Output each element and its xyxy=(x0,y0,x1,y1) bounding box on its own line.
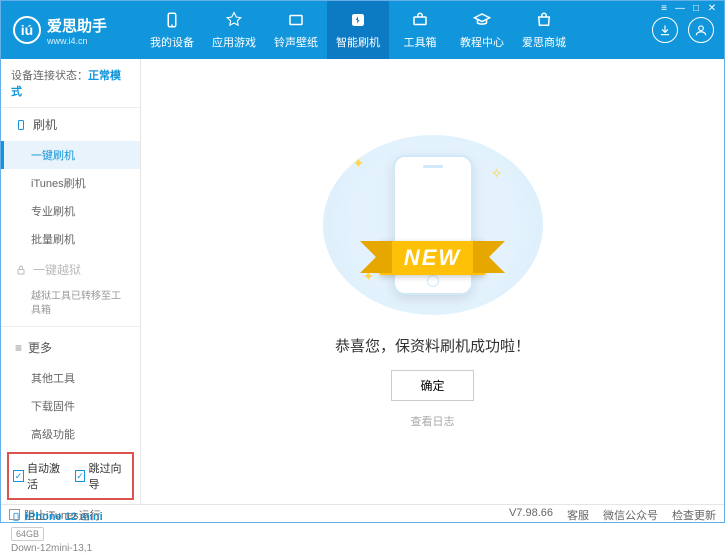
more-icon: ≡ xyxy=(15,341,22,355)
storage-badge: 64GB xyxy=(11,527,44,541)
device-version: Down-12mini-13,1 xyxy=(11,543,130,554)
app-title: 爱思助手 xyxy=(47,15,107,36)
sidebar-item-advanced[interactable]: 高级功能 xyxy=(1,420,140,448)
checkbox-skip-guide[interactable]: ✓跳过向导 xyxy=(75,460,129,492)
sidebar-item-itunes-flash[interactable]: iTunes刷机 xyxy=(1,169,140,197)
apps-icon xyxy=(224,10,244,30)
nav-store[interactable]: 爱思商城 xyxy=(513,1,575,59)
sidebar: 设备连接状态：正常模式 刷机 一键刷机 iTunes刷机 专业刷机 批量刷机 一… xyxy=(1,59,141,504)
nav-tutorials[interactable]: 教程中心 xyxy=(451,1,513,59)
logo[interactable]: iú 爱思助手 www.i4.cn xyxy=(1,15,141,46)
nav-apps[interactable]: 应用游戏 xyxy=(203,1,265,59)
checkbox-block-itunes[interactable] xyxy=(9,509,20,520)
view-log-link[interactable]: 查看日志 xyxy=(411,413,455,429)
minimize-icon[interactable]: — xyxy=(673,3,687,15)
section-jailbreak: 一键越狱 xyxy=(1,253,140,286)
section-more[interactable]: ≡ 更多 xyxy=(1,331,140,364)
nav-flash[interactable]: 智能刷机 xyxy=(327,1,389,59)
jailbreak-note: 越狱工具已转移至工具箱 xyxy=(1,286,140,322)
nav-my-device[interactable]: 我的设备 xyxy=(141,1,203,59)
sidebar-item-onekey-flash[interactable]: 一键刷机 xyxy=(1,141,140,169)
nav-toolbox[interactable]: 工具箱 xyxy=(389,1,451,59)
connection-status: 设备连接状态：正常模式 xyxy=(1,59,140,108)
toolbox-icon xyxy=(410,10,430,30)
app-header: iú 爱思助手 www.i4.cn 我的设备 应用游戏 铃声壁纸 智能刷机 工具… xyxy=(1,1,724,59)
logo-icon: iú xyxy=(13,16,41,44)
wechat-link[interactable]: 微信公众号 xyxy=(603,507,658,523)
menu-icon[interactable]: ≡ xyxy=(657,3,671,15)
section-flash[interactable]: 刷机 xyxy=(1,108,140,141)
check-update-link[interactable]: 检查更新 xyxy=(672,507,716,523)
main-nav: 我的设备 应用游戏 铃声壁纸 智能刷机 工具箱 教程中心 爱思商城 xyxy=(141,1,652,59)
success-message: 恭喜您，保资料刷机成功啦！ xyxy=(335,335,530,356)
nav-ringtones[interactable]: 铃声壁纸 xyxy=(265,1,327,59)
tutorial-icon xyxy=(472,10,492,30)
sidebar-item-download-fw[interactable]: 下载固件 xyxy=(1,392,140,420)
close-icon[interactable]: ✕ xyxy=(705,3,719,15)
store-icon xyxy=(534,10,554,30)
options-highlighted: ✓自动激活 ✓跳过向导 xyxy=(7,452,134,500)
sidebar-item-batch-flash[interactable]: 批量刷机 xyxy=(1,225,140,253)
ok-button[interactable]: 确定 xyxy=(391,370,473,401)
lock-icon xyxy=(15,264,27,276)
phone-small-icon xyxy=(15,119,27,131)
wallpaper-icon xyxy=(286,10,306,30)
user-icon[interactable] xyxy=(688,17,714,43)
flash-icon xyxy=(348,10,368,30)
maximize-icon[interactable]: □ xyxy=(689,3,703,15)
download-icon[interactable] xyxy=(652,17,678,43)
checkbox-auto-activate[interactable]: ✓自动激活 xyxy=(13,460,67,492)
main-content: ✦ ✧ ✦ NEW 恭喜您，保资料刷机成功啦！ 确定 查看日志 xyxy=(141,59,724,504)
version-label: V7.98.66 xyxy=(509,507,553,523)
phone-icon xyxy=(162,10,182,30)
app-url: www.i4.cn xyxy=(47,36,107,46)
sidebar-item-pro-flash[interactable]: 专业刷机 xyxy=(1,197,140,225)
block-itunes-label: 阻止iTunes运行 xyxy=(24,507,101,523)
success-illustration: ✦ ✧ ✦ NEW xyxy=(323,135,543,315)
support-link[interactable]: 客服 xyxy=(567,507,589,523)
new-ribbon: NEW xyxy=(380,241,485,275)
sidebar-item-other-tools[interactable]: 其他工具 xyxy=(1,364,140,392)
